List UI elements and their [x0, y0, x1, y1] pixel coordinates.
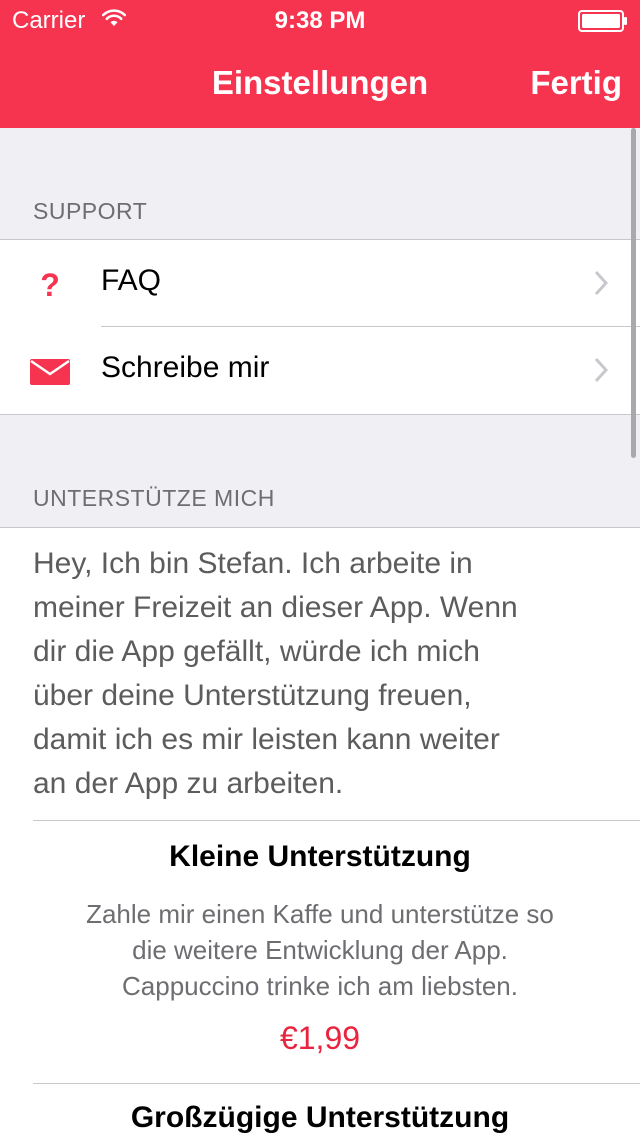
- tier-small-title: Kleine Unterstützung: [169, 840, 471, 873]
- tier-small-price-button[interactable]: €1,99: [0, 1020, 640, 1057]
- intro-line: Hey, Ich bin Stefan. Ich arbeite in: [33, 547, 473, 580]
- write-me-label: Schreibe mir: [101, 351, 270, 384]
- intro-line: über deine Unterstützung freuen,: [33, 679, 472, 712]
- write-me-cell[interactable]: Schreibe mir: [0, 327, 640, 414]
- divider: [33, 820, 640, 821]
- svg-text:?: ?: [40, 267, 60, 302]
- tier-small-description: Zahle mir einen Kaffe und unterstütze so…: [40, 896, 600, 1004]
- intro-line: an der App zu arbeiten.: [33, 767, 344, 800]
- section-header-support: SUPPORT: [33, 198, 148, 224]
- intro-line: damit ich es mir leisten kann weiter: [33, 723, 500, 756]
- tier-desc-line: die weitere Entwicklung der App.: [132, 935, 508, 965]
- donate-intro-text: Hey, Ich bin Stefan. Ich arbeite in mein…: [33, 542, 603, 806]
- done-button[interactable]: Fertig: [530, 64, 622, 102]
- faq-label: FAQ: [101, 264, 162, 297]
- section-header-donate: UNTERSTÜTZE MICH: [33, 485, 275, 511]
- navigation-bar: Einstellungen Fertig: [0, 40, 640, 128]
- intro-line: dir die App gefällt, würde ich mich: [33, 635, 480, 668]
- status-time: 9:38 PM: [274, 7, 366, 34]
- question-icon: ?: [30, 266, 70, 303]
- tier-desc-line: Cappuccino trinke ich am liebsten.: [122, 971, 518, 1001]
- tier-generous-title: Großzügige Unterstützung: [130, 1101, 510, 1134]
- support-group: ? FAQ Schreibe mir: [0, 239, 640, 415]
- faq-cell[interactable]: ? FAQ: [0, 240, 640, 327]
- scroll-indicator[interactable]: [631, 128, 636, 458]
- status-bar: Carrier 9:38 PM: [0, 0, 640, 40]
- chevron-right-icon: [594, 357, 609, 388]
- intro-line: meiner Freizeit an dieser App. Wenn: [33, 591, 518, 624]
- divider: [33, 1083, 640, 1084]
- chevron-right-icon: [594, 270, 609, 301]
- tier-desc-line: Zahle mir einen Kaffe und unterstütze so: [86, 899, 554, 929]
- mail-icon: [30, 353, 70, 389]
- donate-card: Hey, Ich bin Stefan. Ich arbeite in mein…: [0, 527, 640, 1148]
- battery-icon: [578, 10, 628, 37]
- settings-content[interactable]: SUPPORT ? FAQ Schreibe mir UNTERSTÜTZE M…: [0, 128, 640, 1148]
